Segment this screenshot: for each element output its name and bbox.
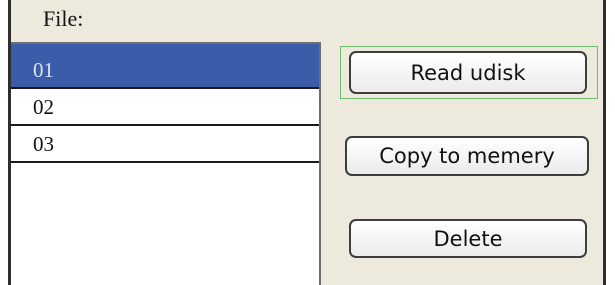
file-list-item-label: 01 (33, 58, 54, 82)
delete-button[interactable]: Delete (349, 219, 587, 258)
file-list-item-03[interactable]: 03 (11, 126, 319, 163)
file-list[interactable]: 01 02 03 (11, 42, 321, 285)
file-list-item-02[interactable]: 02 (11, 89, 319, 126)
file-list-item-01[interactable]: 01 (11, 44, 319, 89)
file-dialog-window: File: 01 02 03 Read udisk Copy to memery… (8, 0, 606, 285)
file-label: File: (43, 6, 84, 31)
file-list-item-label: 02 (33, 95, 54, 119)
copy-to-memory-button[interactable]: Copy to memery (345, 136, 589, 176)
file-list-item-label: 03 (33, 132, 54, 156)
read-udisk-button[interactable]: Read udisk (349, 51, 587, 94)
